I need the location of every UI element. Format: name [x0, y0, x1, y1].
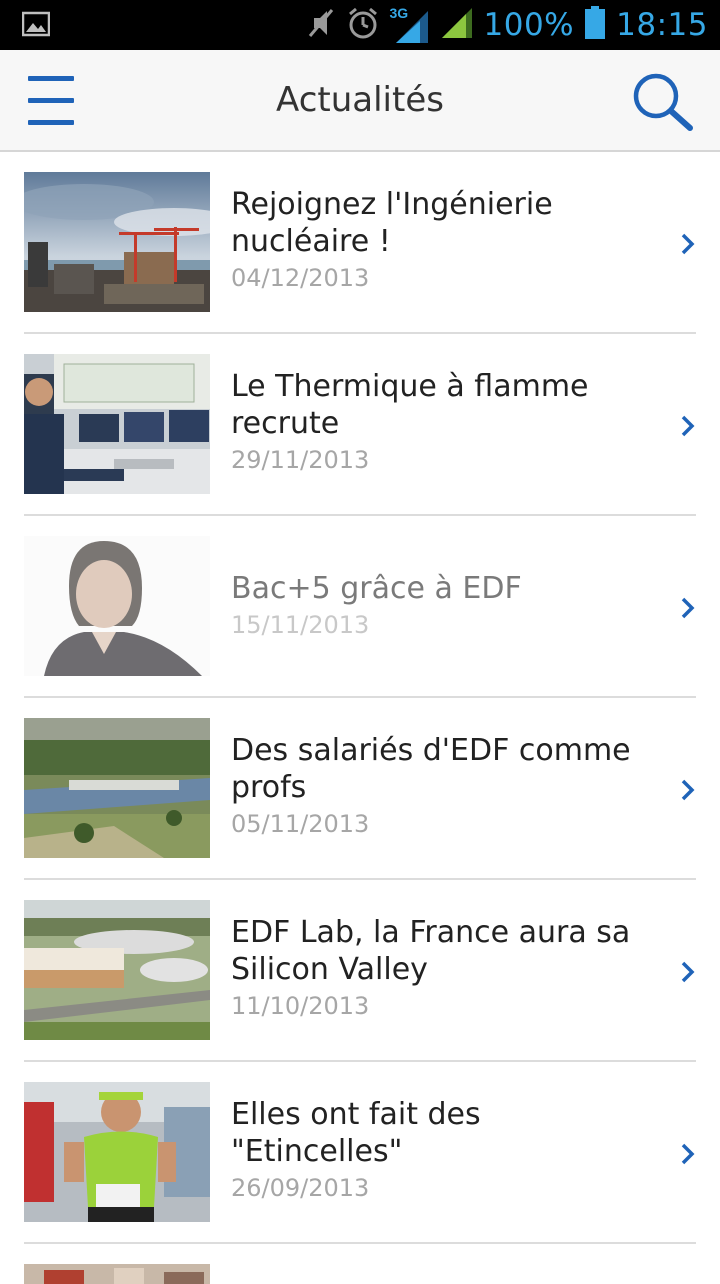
news-date: 11/10/2013 [231, 992, 370, 1020]
status-bar: 3G 100% 18:15 [0, 0, 720, 50]
news-item[interactable]: EDF Lab, la France aura sa Silicon Valle… [0, 880, 720, 1062]
news-headline: Le Thermique à flamme recrute [231, 369, 589, 441]
alarm-icon [346, 6, 380, 45]
battery-percent: 100% [483, 7, 575, 43]
search-icon [633, 73, 693, 131]
chevron-right-icon [678, 1142, 698, 1166]
battery-icon [584, 5, 606, 45]
news-headline: Des salariés d'EDF comme profs [231, 733, 631, 805]
search-button[interactable] [630, 72, 696, 134]
news-item[interactable]: Elles ont fait des "Etincelles" 26/09/20… [0, 1062, 720, 1244]
news-thumbnail [24, 1264, 210, 1284]
chevron-right-icon [678, 414, 698, 438]
clock: 18:15 [616, 7, 708, 43]
news-item[interactable]: Des salariés d'EDF comme profs 05/11/201… [0, 698, 720, 880]
gallery-notification-icon [21, 10, 51, 38]
news-headline: Bac+5 grâce à EDF [231, 571, 522, 606]
news-date: 05/11/2013 [231, 810, 370, 838]
chevron-right-icon [678, 960, 698, 984]
news-date: 26/09/2013 [231, 1174, 370, 1202]
cell-signal-icon [440, 6, 474, 45]
news-thumbnail [24, 1082, 210, 1222]
news-thumbnail [24, 900, 210, 1040]
app-bar: Actualités [0, 50, 720, 152]
mute-icon [306, 6, 336, 45]
news-thumbnail [24, 354, 210, 494]
news-headline: EDF Lab, la France aura sa Silicon Valle… [231, 915, 631, 987]
news-item[interactable]: Rejoignez l'Ingénierie nucléaire ! 04/12… [0, 152, 720, 334]
chevron-right-icon [678, 778, 698, 802]
news-headline: Rejoignez l'Ingénierie nucléaire ! [231, 187, 553, 259]
news-item[interactable]: Le Thermique à flamme recrute 29/11/2013 [0, 334, 720, 516]
page-title: Actualités [276, 80, 444, 120]
chevron-right-icon [678, 596, 698, 620]
news-thumbnail [24, 172, 210, 312]
news-item[interactable] [0, 1244, 720, 1284]
mobile-data-signal-icon: 3G [390, 5, 430, 45]
news-thumbnail [24, 536, 210, 676]
menu-icon-bar [28, 120, 74, 125]
news-headline: Elles ont fait des "Etincelles" [231, 1097, 481, 1169]
chevron-right-icon [678, 232, 698, 256]
news-date: 29/11/2013 [231, 446, 370, 474]
news-thumbnail [24, 718, 210, 858]
news-date: 15/11/2013 [231, 611, 370, 639]
news-list: Rejoignez l'Ingénierie nucléaire ! 04/12… [0, 152, 720, 1284]
news-item[interactable]: Bac+5 grâce à EDF 15/11/2013 [0, 516, 720, 698]
news-date: 04/12/2013 [231, 264, 370, 292]
